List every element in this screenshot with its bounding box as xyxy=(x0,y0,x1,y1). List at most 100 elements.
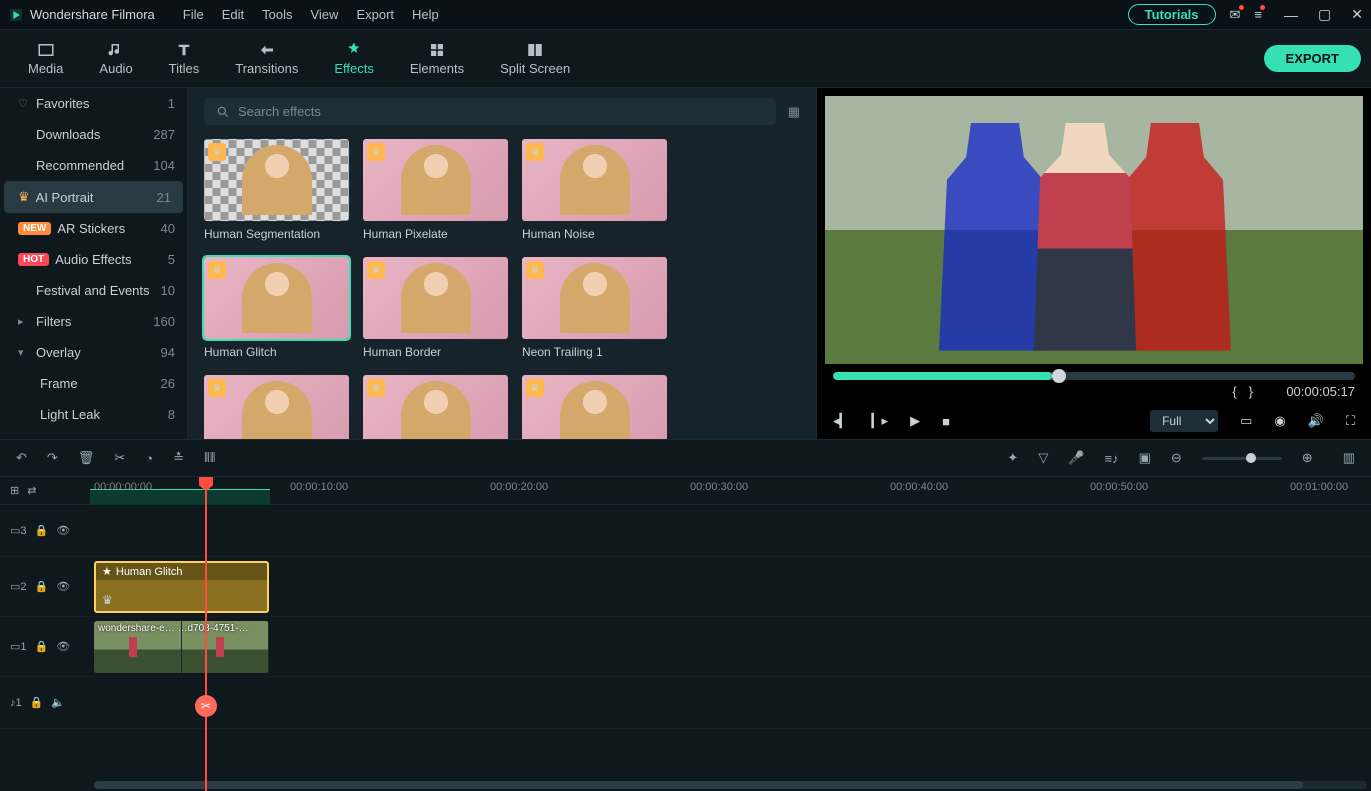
sidebar-item-favorites[interactable]: ♡Favorites1 xyxy=(0,88,187,119)
effect-item[interactable]: ♛ xyxy=(363,375,508,439)
sidebar-item-festival[interactable]: Festival and Events10 xyxy=(0,275,187,306)
brace-right[interactable]: } xyxy=(1249,384,1253,399)
marker-icon[interactable]: ▽ xyxy=(1038,450,1048,466)
clip-video-main[interactable]: wondershare-e… …d703-4751-… xyxy=(94,621,269,673)
sidebar-item-downloads[interactable]: Downloads287 xyxy=(0,119,187,150)
timeline-toggle-icon[interactable]: ▥ xyxy=(1343,450,1355,466)
sidebar-item-audio-effects[interactable]: HOTAudio Effects5 xyxy=(0,244,187,275)
delete-icon[interactable]: 🗑 xyxy=(78,450,95,466)
menu-file[interactable]: File xyxy=(183,7,204,22)
grid-view-icon[interactable]: ▦ xyxy=(788,104,800,120)
tab-titles[interactable]: Titles xyxy=(151,37,218,80)
hot-badge: HOT xyxy=(18,253,49,266)
redo-icon[interactable]: ↷ xyxy=(47,450,58,466)
track-head-v2[interactable]: ▭2🔒👁 xyxy=(0,557,90,617)
timeline-hscroll[interactable] xyxy=(94,781,1367,789)
fullscreen-icon[interactable]: ⛶ xyxy=(1346,413,1355,429)
playhead[interactable]: ✂ xyxy=(205,477,207,791)
search-input[interactable]: Search effects xyxy=(204,98,776,125)
lock-icon[interactable]: 🔒 xyxy=(35,640,49,653)
maximize-icon[interactable]: ▢ xyxy=(1318,6,1331,23)
timeline: ⊞ ⇄ ▭3🔒👁 ▭2🔒👁 ▭1🔒👁 ♪1🔒🔈 00:00:00:00 00:0… xyxy=(0,477,1371,791)
tutorials-button[interactable]: Tutorials xyxy=(1128,4,1216,25)
add-track-icon[interactable]: ⊞ xyxy=(10,484,19,497)
sidebar-item-filters[interactable]: ▸Filters160 xyxy=(0,306,187,337)
eye-icon[interactable]: 👁 xyxy=(56,524,70,537)
play-icon[interactable]: ▶ xyxy=(910,413,920,429)
list-icon[interactable]: ≡ xyxy=(1254,7,1262,22)
speed-icon[interactable]: ◔ xyxy=(145,451,153,466)
lock-icon[interactable]: 🔒 xyxy=(35,580,49,593)
eye-icon[interactable]: 👁 xyxy=(56,640,70,653)
link-icon[interactable]: ⇄ xyxy=(27,484,36,497)
stop-icon[interactable]: ■ xyxy=(942,414,950,429)
zoom-in-icon[interactable]: ⊕ xyxy=(1302,450,1313,466)
effect-human-pixelate[interactable]: ♛Human Pixelate xyxy=(363,139,508,241)
mute-icon[interactable]: 🔈 xyxy=(51,696,65,709)
brace-left[interactable]: { xyxy=(1232,384,1236,399)
lock-icon[interactable]: 🔒 xyxy=(35,524,49,537)
menu-edit[interactable]: Edit xyxy=(222,7,244,22)
eye-icon[interactable]: 👁 xyxy=(56,580,70,593)
tab-effects[interactable]: Effects xyxy=(316,37,392,80)
track-v3[interactable] xyxy=(90,505,1371,557)
sidebar-item-ai-portrait[interactable]: ♛AI Portrait21 xyxy=(4,181,183,213)
quality-select[interactable]: Full xyxy=(1150,410,1218,432)
tab-audio[interactable]: Audio xyxy=(81,37,150,80)
menu-export[interactable]: Export xyxy=(356,7,394,22)
voiceover-icon[interactable]: 🎤 xyxy=(1068,450,1084,466)
menu-help[interactable]: Help xyxy=(412,7,439,22)
lock-icon[interactable]: 🔒 xyxy=(30,696,44,709)
track-v2[interactable]: ★Human Glitch ♛ xyxy=(90,557,1371,617)
sidebar-item-frame[interactable]: Frame26 xyxy=(0,368,187,399)
zoom-out-icon[interactable]: ⊖ xyxy=(1171,450,1182,466)
track-v1[interactable]: wondershare-e… …d703-4751-… xyxy=(90,617,1371,677)
effect-human-segmentation[interactable]: ♛Human Segmentation xyxy=(204,139,349,241)
module-tabs: Media Audio Titles Transitions Effects E… xyxy=(0,30,1371,88)
box-icon[interactable]: ▣ xyxy=(1139,450,1151,466)
snapshot-icon[interactable]: ◉ xyxy=(1274,413,1285,429)
sidebar-collapse-button[interactable]: ◂ xyxy=(187,263,188,287)
preview-scrubber[interactable] xyxy=(833,372,1355,380)
undo-icon[interactable]: ↶ xyxy=(16,450,27,466)
close-icon[interactable]: ✕ xyxy=(1351,6,1363,23)
track-area[interactable]: 00:00:00:00 00:00:10:00 00:00:20:00 00:0… xyxy=(90,477,1371,791)
zoom-slider[interactable] xyxy=(1202,457,1282,460)
tab-elements[interactable]: Elements xyxy=(392,37,482,80)
screen-icon[interactable]: ▭ xyxy=(1240,413,1252,429)
sidebar-item-recommended[interactable]: Recommended104 xyxy=(0,150,187,181)
sidebar-item-overlay[interactable]: ▾Overlay94 xyxy=(0,337,187,368)
time-ruler[interactable]: 00:00:00:00 00:00:10:00 00:00:20:00 00:0… xyxy=(90,477,1371,505)
track-head-a1[interactable]: ♪1🔒🔈 xyxy=(0,677,90,729)
clip-human-glitch[interactable]: ★Human Glitch ♛ xyxy=(94,561,269,613)
mail-icon[interactable]: ✉ xyxy=(1230,7,1241,23)
menu-tools[interactable]: Tools xyxy=(262,7,292,22)
effect-human-noise[interactable]: ♛Human Noise xyxy=(522,139,667,241)
track-a1[interactable] xyxy=(90,677,1371,729)
minimize-icon[interactable]: — xyxy=(1284,7,1298,23)
audio-wave-icon[interactable]: ⦀⦀ xyxy=(204,450,215,466)
effect-neon-trailing-1[interactable]: ♛Neon Trailing 1 xyxy=(522,257,667,359)
sidebar-item-light-leak[interactable]: Light Leak8 xyxy=(0,399,187,430)
effect-item[interactable]: ♛ xyxy=(204,375,349,439)
export-button[interactable]: EXPORT xyxy=(1264,45,1361,72)
prev-frame-icon[interactable]: ◂▎ xyxy=(833,413,850,429)
track-head-v3[interactable]: ▭3🔒👁 xyxy=(0,505,90,557)
volume-icon[interactable]: 🔊 xyxy=(1308,413,1324,429)
track-head-v1[interactable]: ▭1🔒👁 xyxy=(0,617,90,677)
next-frame-icon[interactable]: ▎▸ xyxy=(872,413,889,429)
render-icon[interactable]: ✦ xyxy=(1007,450,1018,466)
tab-transitions[interactable]: Transitions xyxy=(217,37,316,80)
tab-media[interactable]: Media xyxy=(10,37,81,80)
effect-human-border[interactable]: ♛Human Border xyxy=(363,257,508,359)
adjust-icon[interactable]: ≛ xyxy=(173,450,184,466)
effect-item[interactable]: ♛ xyxy=(522,375,667,439)
effect-human-glitch[interactable]: ♛Human Glitch xyxy=(204,257,349,359)
sidebar-item-ar-stickers[interactable]: NEWAR Stickers40 xyxy=(0,213,187,244)
tab-splitscreen[interactable]: Split Screen xyxy=(482,37,588,80)
cut-icon[interactable]: ✂ xyxy=(114,450,125,466)
mixer-icon[interactable]: ≡♪ xyxy=(1105,451,1119,466)
preview-viewport[interactable] xyxy=(825,96,1363,364)
menu-view[interactable]: View xyxy=(310,7,338,22)
scissors-icon[interactable]: ✂ xyxy=(195,695,217,717)
